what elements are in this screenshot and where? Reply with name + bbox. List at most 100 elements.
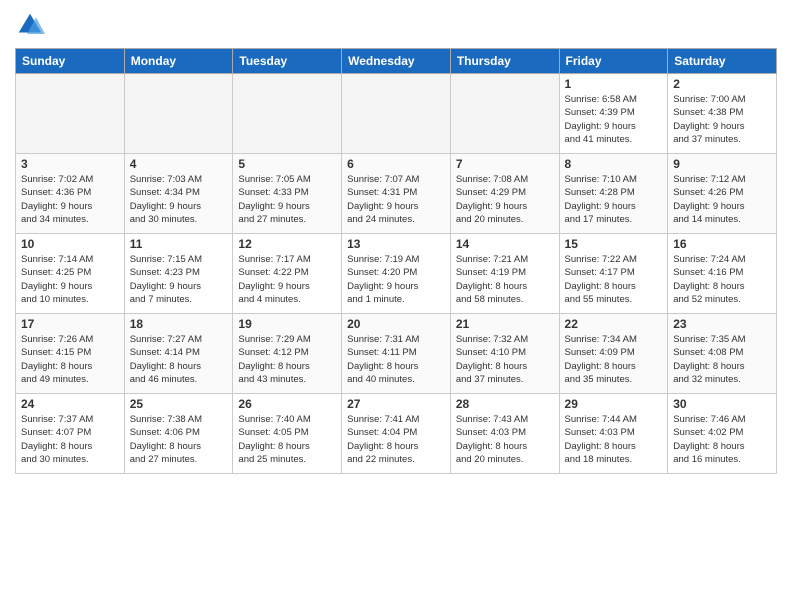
day-info: Sunrise: 7:24 AMSunset: 4:16 PMDaylight:…	[673, 253, 771, 306]
day-info: Sunrise: 7:31 AMSunset: 4:11 PMDaylight:…	[347, 333, 445, 386]
day-info: Sunrise: 7:37 AMSunset: 4:07 PMDaylight:…	[21, 413, 119, 466]
day-number: 23	[673, 317, 771, 331]
day-info: Sunrise: 7:22 AMSunset: 4:17 PMDaylight:…	[565, 253, 663, 306]
calendar-cell: 1 Sunrise: 6:58 AMSunset: 4:39 PMDaylight…	[559, 74, 668, 154]
day-info: Sunrise: 7:43 AMSunset: 4:03 PMDaylight:…	[456, 413, 554, 466]
page: SundayMondayTuesdayWednesdayThursdayFrid…	[0, 0, 792, 612]
calendar-cell: 2 Sunrise: 7:00 AMSunset: 4:38 PMDaylight…	[668, 74, 777, 154]
day-number: 27	[347, 397, 445, 411]
calendar-cell: 5 Sunrise: 7:05 AMSunset: 4:33 PMDaylight…	[233, 154, 342, 234]
calendar-cell	[124, 74, 233, 154]
day-info: Sunrise: 7:19 AMSunset: 4:20 PMDaylight:…	[347, 253, 445, 306]
calendar-cell: 10 Sunrise: 7:14 AMSunset: 4:25 PMDayligh…	[16, 234, 125, 314]
day-number: 18	[130, 317, 228, 331]
calendar-cell: 21Sunrise: 7:32 AMSunset: 4:10 PMDayligh…	[450, 314, 559, 394]
calendar-cell	[16, 74, 125, 154]
calendar-cell: 18 Sunrise: 7:27 AMSunset: 4:14 PMDayligh…	[124, 314, 233, 394]
day-info: Sunrise: 7:40 AMSunset: 4:05 PMDaylight:…	[238, 413, 336, 466]
logo-icon	[15, 10, 45, 40]
calendar-cell: 14Sunrise: 7:21 AMSunset: 4:19 PMDayligh…	[450, 234, 559, 314]
day-info: Sunrise: 7:00 AMSunset: 4:38 PMDaylight:…	[673, 93, 771, 146]
day-number: 15	[565, 237, 663, 251]
calendar-cell: 30Sunrise: 7:46 AMSunset: 4:02 PMDayligh…	[668, 394, 777, 474]
day-info: Sunrise: 7:46 AMSunset: 4:02 PMDaylight:…	[673, 413, 771, 466]
day-number: 3	[21, 157, 119, 171]
calendar-cell	[233, 74, 342, 154]
day-number: 14	[456, 237, 554, 251]
day-info: Sunrise: 7:12 AMSunset: 4:26 PMDaylight:…	[673, 173, 771, 226]
day-number: 29	[565, 397, 663, 411]
day-number: 1	[565, 77, 663, 91]
calendar-week-1: 3 Sunrise: 7:02 AMSunset: 4:36 PMDaylight…	[16, 154, 777, 234]
day-info: Sunrise: 7:14 AMSunset: 4:25 PMDaylight:…	[21, 253, 119, 306]
day-number: 11	[130, 237, 228, 251]
calendar-cell: 3 Sunrise: 7:02 AMSunset: 4:36 PMDaylight…	[16, 154, 125, 234]
day-info: Sunrise: 7:10 AMSunset: 4:28 PMDaylight:…	[565, 173, 663, 226]
day-info: Sunrise: 7:29 AMSunset: 4:12 PMDaylight:…	[238, 333, 336, 386]
day-number: 22	[565, 317, 663, 331]
day-number: 9	[673, 157, 771, 171]
calendar-cell: 8 Sunrise: 7:10 AMSunset: 4:28 PMDaylight…	[559, 154, 668, 234]
calendar-cell: 19 Sunrise: 7:29 AMSunset: 4:12 PMDayligh…	[233, 314, 342, 394]
day-number: 2	[673, 77, 771, 91]
calendar-cell: 12Sunrise: 7:17 AMSunset: 4:22 PMDayligh…	[233, 234, 342, 314]
day-number: 19	[238, 317, 336, 331]
calendar-cell: 15 Sunrise: 7:22 AMSunset: 4:17 PMDayligh…	[559, 234, 668, 314]
day-number: 20	[347, 317, 445, 331]
day-info: Sunrise: 7:44 AMSunset: 4:03 PMDaylight:…	[565, 413, 663, 466]
col-header-tuesday: Tuesday	[233, 49, 342, 74]
day-info: Sunrise: 6:58 AMSunset: 4:39 PMDaylight:…	[565, 93, 663, 146]
logo	[15, 10, 47, 40]
calendar-cell	[342, 74, 451, 154]
calendar-cell: 6 Sunrise: 7:07 AMSunset: 4:31 PMDaylight…	[342, 154, 451, 234]
col-header-monday: Monday	[124, 49, 233, 74]
day-info: Sunrise: 7:05 AMSunset: 4:33 PMDaylight:…	[238, 173, 336, 226]
day-info: Sunrise: 7:35 AMSunset: 4:08 PMDaylight:…	[673, 333, 771, 386]
day-info: Sunrise: 7:38 AMSunset: 4:06 PMDaylight:…	[130, 413, 228, 466]
col-header-saturday: Saturday	[668, 49, 777, 74]
calendar-cell: 29 Sunrise: 7:44 AMSunset: 4:03 PMDayligh…	[559, 394, 668, 474]
calendar-cell: 27Sunrise: 7:41 AMSunset: 4:04 PMDayligh…	[342, 394, 451, 474]
day-number: 25	[130, 397, 228, 411]
calendar-cell: 23 Sunrise: 7:35 AMSunset: 4:08 PMDayligh…	[668, 314, 777, 394]
day-number: 10	[21, 237, 119, 251]
col-header-sunday: Sunday	[16, 49, 125, 74]
day-number: 16	[673, 237, 771, 251]
calendar-week-2: 10 Sunrise: 7:14 AMSunset: 4:25 PMDayligh…	[16, 234, 777, 314]
calendar-cell: 25 Sunrise: 7:38 AMSunset: 4:06 PMDayligh…	[124, 394, 233, 474]
day-number: 28	[456, 397, 554, 411]
day-number: 5	[238, 157, 336, 171]
day-number: 26	[238, 397, 336, 411]
calendar-cell: 26 Sunrise: 7:40 AMSunset: 4:05 PMDayligh…	[233, 394, 342, 474]
day-info: Sunrise: 7:26 AMSunset: 4:15 PMDaylight:…	[21, 333, 119, 386]
day-number: 4	[130, 157, 228, 171]
day-number: 8	[565, 157, 663, 171]
calendar-header-row: SundayMondayTuesdayWednesdayThursdayFrid…	[16, 49, 777, 74]
day-number: 7	[456, 157, 554, 171]
calendar-cell: 7Sunrise: 7:08 AMSunset: 4:29 PMDaylight…	[450, 154, 559, 234]
calendar-cell: 9 Sunrise: 7:12 AMSunset: 4:26 PMDaylight…	[668, 154, 777, 234]
col-header-friday: Friday	[559, 49, 668, 74]
day-number: 21	[456, 317, 554, 331]
calendar-cell: 4 Sunrise: 7:03 AMSunset: 4:34 PMDaylight…	[124, 154, 233, 234]
day-info: Sunrise: 7:27 AMSunset: 4:14 PMDaylight:…	[130, 333, 228, 386]
col-header-thursday: Thursday	[450, 49, 559, 74]
calendar-cell: 24 Sunrise: 7:37 AMSunset: 4:07 PMDayligh…	[16, 394, 125, 474]
day-info: Sunrise: 7:07 AMSunset: 4:31 PMDaylight:…	[347, 173, 445, 226]
calendar-cell: 17 Sunrise: 7:26 AMSunset: 4:15 PMDayligh…	[16, 314, 125, 394]
calendar-cell: 28 Sunrise: 7:43 AMSunset: 4:03 PMDayligh…	[450, 394, 559, 474]
day-info: Sunrise: 7:34 AMSunset: 4:09 PMDaylight:…	[565, 333, 663, 386]
day-number: 6	[347, 157, 445, 171]
day-info: Sunrise: 7:03 AMSunset: 4:34 PMDaylight:…	[130, 173, 228, 226]
calendar-table: SundayMondayTuesdayWednesdayThursdayFrid…	[15, 48, 777, 474]
calendar-week-4: 24 Sunrise: 7:37 AMSunset: 4:07 PMDayligh…	[16, 394, 777, 474]
calendar-cell	[450, 74, 559, 154]
calendar-cell: 16 Sunrise: 7:24 AMSunset: 4:16 PMDayligh…	[668, 234, 777, 314]
day-info: Sunrise: 7:17 AMSunset: 4:22 PMDaylight:…	[238, 253, 336, 306]
day-number: 24	[21, 397, 119, 411]
calendar-cell: 11Sunrise: 7:15 AMSunset: 4:23 PMDayligh…	[124, 234, 233, 314]
calendar-cell: 20 Sunrise: 7:31 AMSunset: 4:11 PMDayligh…	[342, 314, 451, 394]
day-number: 17	[21, 317, 119, 331]
day-info: Sunrise: 7:02 AMSunset: 4:36 PMDaylight:…	[21, 173, 119, 226]
day-number: 13	[347, 237, 445, 251]
